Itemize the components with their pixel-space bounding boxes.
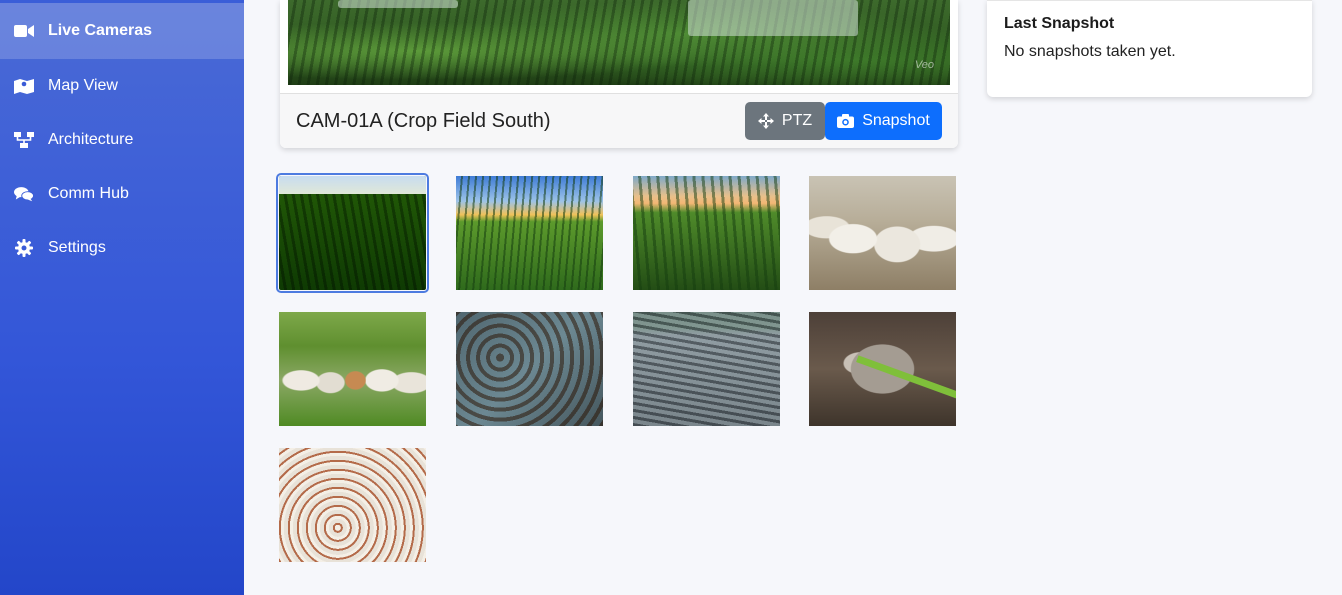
sidebar-item-settings[interactable]: Settings [0,221,244,275]
sidebar-item-label: Comm Hub [48,185,129,202]
camera-title: CAM-01A (Crop Field South) [296,109,551,132]
move-arrows-icon [757,113,774,129]
network-icon [14,131,34,149]
camera-card: Veo CAM-01A (Crop Field South) PTZ Snaps… [280,0,958,148]
camera-footer: CAM-01A (Crop Field South) PTZ Snapshot [280,93,958,148]
sidebar-item-comm-hub[interactable]: Comm Hub [0,167,244,221]
sidebar-item-label: Architecture [48,131,134,148]
chat-bubbles-icon [14,185,34,203]
gear-icon [14,239,34,257]
thumbnail-corn-field-dusk[interactable] [633,176,780,290]
ptz-button-label: PTZ [781,112,813,129]
thumbnail-grasscutter[interactable] [809,312,956,426]
thumbnail-white-cattle-herd[interactable] [809,176,956,290]
sidebar-item-map-view[interactable]: Map View [0,59,244,113]
last-snapshot-text: No snapshots taken yet. [1004,43,1176,60]
sidebar-item-live-cameras[interactable]: Live Cameras [0,3,244,59]
ptz-button[interactable]: PTZ [745,102,825,140]
thumbnail-fish-farm-tank[interactable] [633,312,780,426]
sidebar: Live Cameras Map View Architecture Comm … [0,0,244,595]
thumbnail-crop-rows[interactable] [276,173,429,293]
map-icon [14,77,34,95]
sidebar-item-label: Map View [48,77,118,94]
sidebar-item-label: Settings [48,239,106,256]
last-snapshot-title: Last Snapshot [1004,15,1115,32]
camera-watermark: Veo [914,59,934,71]
thumbnail-catfish-pond[interactable] [456,312,603,426]
thumbnail-corn-field-sunset[interactable] [456,176,603,290]
last-snapshot-panel: Last Snapshot No snapshots taken yet. [987,0,1312,97]
sidebar-item-architecture[interactable]: Architecture [0,113,244,167]
camera-live-feed[interactable]: Veo [288,0,950,85]
snapshot-button-label: Snapshot [862,112,930,129]
sidebar-item-label: Live Cameras [48,22,153,39]
video-camera-icon [14,22,34,40]
camera-icon [837,114,855,128]
snapshot-button[interactable]: Snapshot [825,102,942,140]
thumbnail-poultry-house[interactable] [279,448,426,562]
thumbnail-cattle-in-pasture[interactable] [279,312,426,426]
